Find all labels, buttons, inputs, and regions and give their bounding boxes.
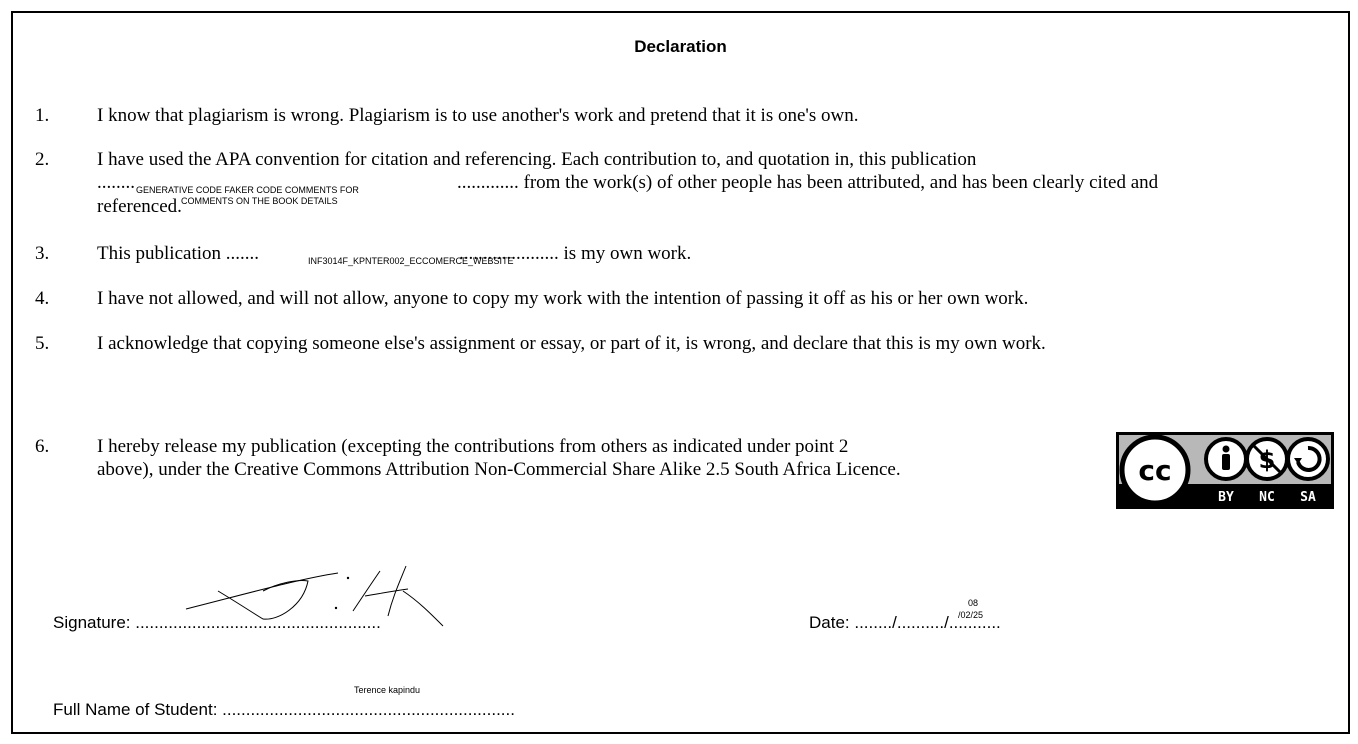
date-day-fill: 08 [968, 598, 979, 608]
share-alike-icon [1286, 437, 1330, 481]
declaration-form: Declaration 1. I know that plagiarism is… [11, 11, 1350, 734]
handwritten-fill: INF3014F_KPNTER002_ECCOMERCE_WEBSITE [308, 256, 514, 266]
by-label: BY [1218, 490, 1234, 505]
sa-label: SA [1300, 490, 1316, 505]
item-text: This publication ....... [97, 243, 260, 264]
item-number: 2. [35, 149, 50, 170]
item-text: ............. from the work(s) of other … [457, 172, 1159, 193]
item-text: above), under the Creative Commons Attri… [97, 459, 901, 480]
item-text: I acknowledge that copying someone else'… [97, 333, 1046, 354]
dotted-leader: ........ [97, 172, 135, 193]
item-text: I know that plagiarism is wrong. Plagiar… [97, 105, 859, 126]
cc-icon: cc [1119, 434, 1191, 506]
student-name-label: Full Name of Student: ..................… [53, 700, 515, 719]
handwritten-signature [185, 565, 444, 627]
item-number: 3. [35, 243, 50, 264]
cc-label: cc [1138, 454, 1171, 487]
item-text: I hereby release my publication (excepti… [97, 436, 849, 457]
student-name-fill: Terence kapindu [354, 685, 421, 695]
item-text: I have not allowed, and will not allow, … [97, 288, 1029, 309]
item-text: referenced. [97, 196, 182, 217]
item-number: 6. [35, 436, 50, 457]
nc-label: NC [1259, 490, 1275, 505]
attribution-icon [1204, 437, 1248, 481]
handwritten-fill: GENERATIVE CODE FAKER CODE COMMENTS FOR [136, 185, 359, 195]
handwritten-fill: COMMENTS ON THE BOOK DETAILS [181, 196, 338, 206]
cc-license-badge-icon: cc $ BY NC SA [1116, 432, 1334, 509]
item-number: 4. [35, 288, 50, 309]
item-text: I have used the APA convention for citat… [97, 149, 977, 170]
date-month-year-fill: /02/25 [958, 610, 984, 620]
item-number: 5. [35, 333, 50, 354]
non-commercial-icon: $ [1245, 437, 1289, 481]
item-number: 1. [35, 105, 50, 126]
page-title: Declaration [634, 37, 727, 56]
